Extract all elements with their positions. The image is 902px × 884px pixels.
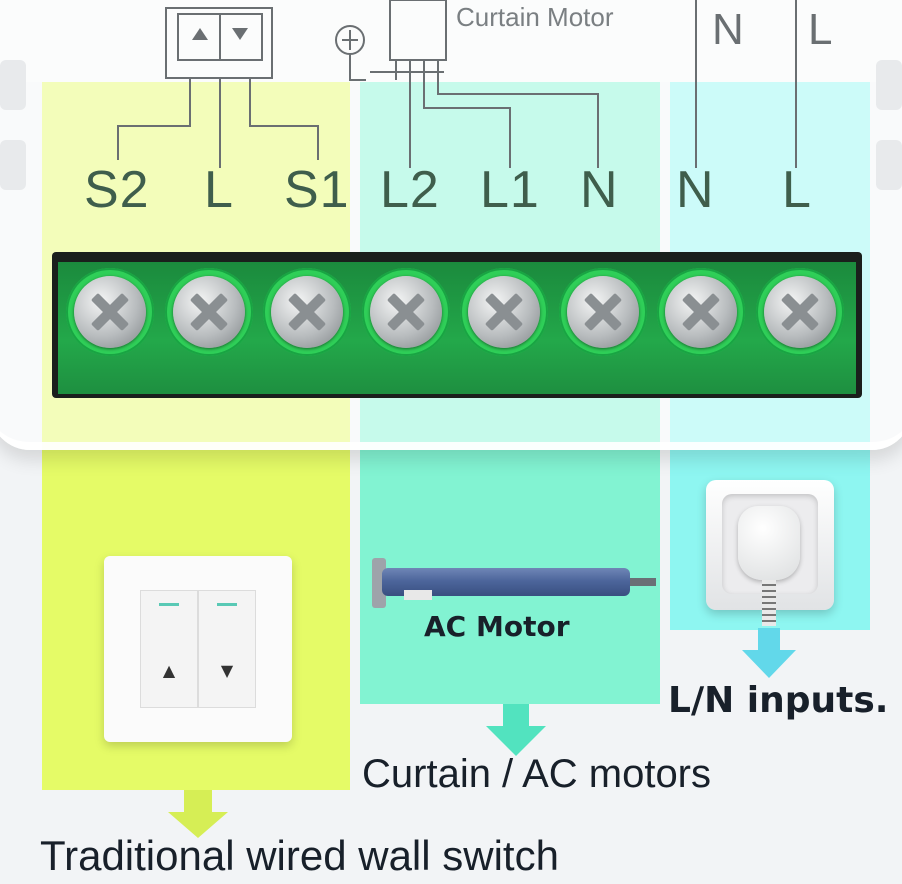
wall-switch-image: ▲ ▼ [104,556,292,742]
terminal-label-l2: L2 [380,161,440,219]
motor-symbol-box [389,0,447,61]
terminal-label-s1: S1 [284,161,350,219]
ac-motor-label: AC Motor [424,610,570,643]
switch-rocker-right: ▼ [198,590,256,708]
terminal-screw-icon [173,276,245,348]
switch-rocker-left: ▲ [140,590,198,708]
terminal-screw-icon [271,276,343,348]
terminal-screw-icon [468,276,540,348]
motor-label-tag [404,590,432,600]
terminal-screw-icon [764,276,836,348]
inputs-arrow-stem [758,628,780,650]
terminal-label-l-switch: L [204,161,234,219]
terminal-screw-icon [665,276,737,348]
switch-up-arrow-icon [192,28,208,40]
terminal-label-l-input: L [782,161,812,219]
inputs-arrow-head [742,650,796,678]
up-triangle-icon: ▲ [162,661,176,680]
terminal-label-n-motor: N [580,161,619,219]
terminal-label-l1: L1 [480,161,540,219]
plug-icon [738,506,800,580]
rocker-led [159,603,179,606]
rocker-led [217,603,237,606]
down-triangle-icon: ▼ [220,661,234,680]
wall-switch-caption: Traditional wired wall switch [40,832,559,879]
switch-down-arrow-icon [232,28,248,40]
switch-arrow-stem [184,790,212,812]
curtain-arrow-stem [503,704,529,726]
inputs-caption: L/N inputs. [668,680,889,721]
plug-cable [762,580,776,626]
terminal-screw-icon [567,276,639,348]
motor-shaft [630,578,656,586]
curtain-motor-header: Curtain Motor [456,2,614,32]
curtain-motors-caption: Curtain / AC motors [362,752,712,796]
terminal-screw-icon [74,276,146,348]
terminal-screw-icon [370,276,442,348]
header-n-label: N [712,5,744,54]
header-l-label: L [808,5,832,54]
terminal-label-n-input: N [676,161,715,219]
terminal-label-s2: S2 [84,161,150,219]
